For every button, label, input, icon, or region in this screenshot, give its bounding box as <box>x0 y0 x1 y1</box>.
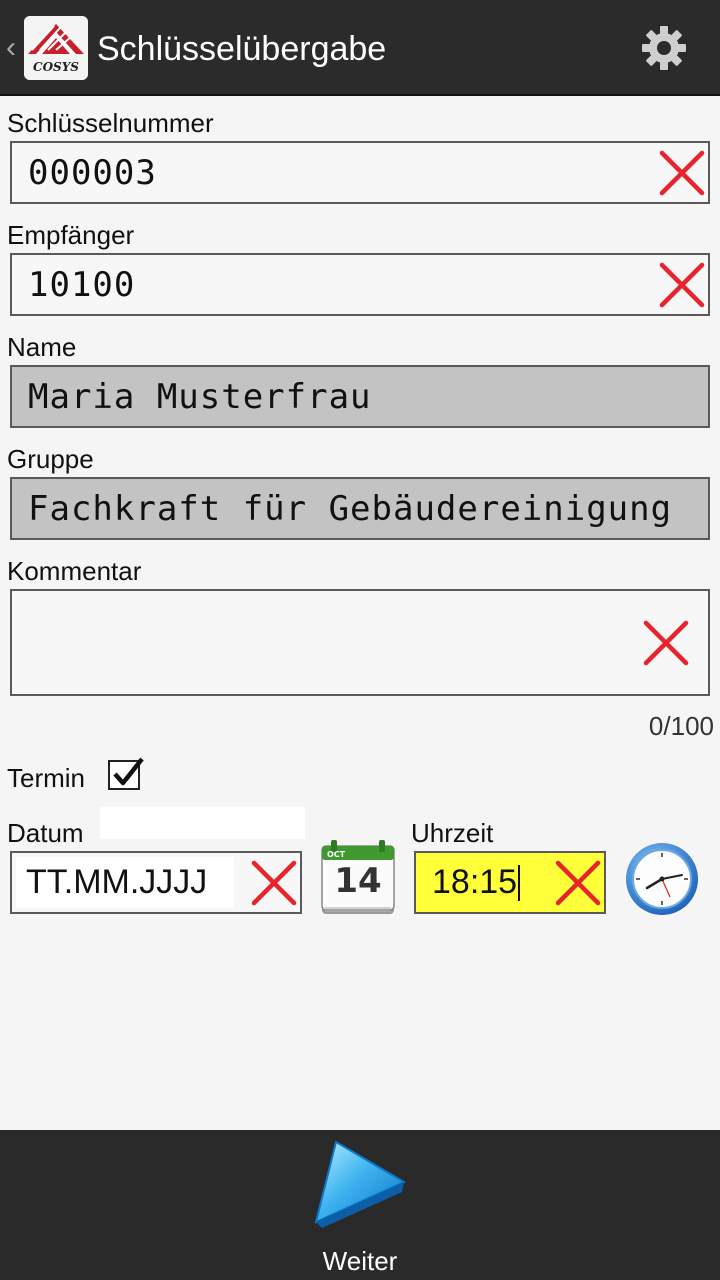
recipient-field[interactable]: 10100 <box>10 253 710 316</box>
group-value: Fachkraft für Gebäudereinigung <box>28 488 673 529</box>
name-label: Name <box>7 332 77 362</box>
clear-icon[interactable] <box>554 859 602 907</box>
play-arrow-icon <box>314 1140 407 1228</box>
app-bar: ‹ COSYS Schlüsselübergabe <box>0 0 720 96</box>
clear-icon[interactable] <box>642 619 690 667</box>
clear-icon[interactable] <box>658 149 706 197</box>
app-title: Schlüsselübergabe <box>97 30 387 68</box>
key-number-field[interactable]: 000003 <box>10 141 710 204</box>
time-field[interactable]: 18:15 <box>414 851 606 914</box>
comment-label: Kommentar <box>7 556 142 586</box>
time-label: Uhrzeit <box>411 818 494 848</box>
name-value: Maria Musterfrau <box>28 376 372 417</box>
next-button[interactable]: Weiter <box>300 1130 420 1280</box>
date-value: TT.MM.JJJJ <box>26 863 208 901</box>
text-cursor <box>518 864 521 901</box>
appointment-checkbox[interactable] <box>108 757 144 790</box>
key-number-value: 000003 <box>28 152 157 193</box>
app-logo-icon[interactable]: COSYS <box>24 16 88 80</box>
comment-field[interactable] <box>10 589 710 696</box>
gear-icon[interactable] <box>638 22 690 74</box>
calendar-day: 14 <box>334 861 381 901</box>
date-label: Datum <box>7 818 84 848</box>
clock-icon[interactable] <box>624 841 700 917</box>
comment-char-counter: 0/100 <box>648 711 714 741</box>
time-value: 18:15 <box>432 863 518 901</box>
back-chevron-icon[interactable]: ‹ <box>6 28 16 68</box>
checkmark-icon <box>113 757 144 786</box>
name-field: Maria Musterfrau <box>10 365 710 428</box>
date-field[interactable]: TT.MM.JJJJ <box>10 851 302 914</box>
logo-text: COSYS <box>33 60 79 74</box>
recipient-label: Empfänger <box>7 220 135 250</box>
time-value-wrap: 18:15 <box>432 853 521 912</box>
recipient-value: 10100 <box>28 264 136 305</box>
group-label: Gruppe <box>7 444 94 474</box>
appointment-label: Termin <box>7 763 86 793</box>
next-label: Weiter <box>322 1246 398 1276</box>
key-number-label: Schlüsselnummer <box>7 108 214 138</box>
group-field: Fachkraft für Gebäudereinigung <box>10 477 710 540</box>
clear-icon[interactable] <box>658 261 706 309</box>
calendar-icon[interactable]: OCT 14 <box>319 838 397 918</box>
date-hint-strip <box>100 807 305 839</box>
clear-icon[interactable] <box>250 859 298 907</box>
calendar-month: OCT <box>327 850 346 859</box>
bottom-bar: Weiter <box>0 1130 720 1280</box>
